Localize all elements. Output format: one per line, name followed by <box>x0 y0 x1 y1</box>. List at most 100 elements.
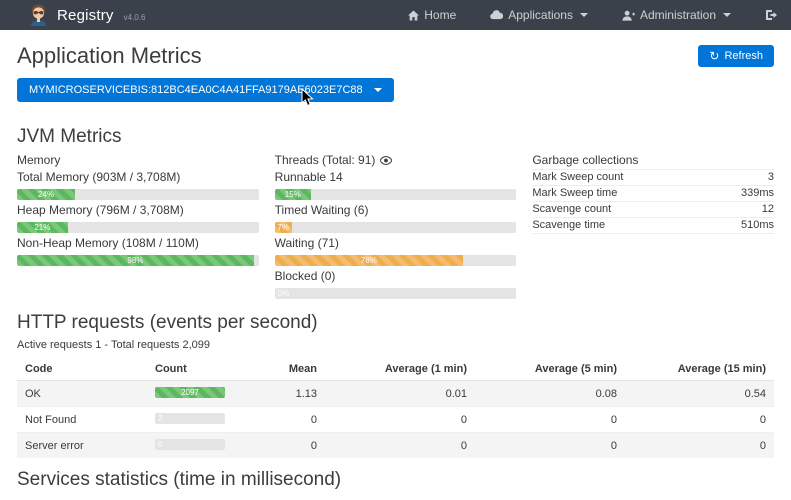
gc-row-label: Mark Sweep time <box>532 187 617 199</box>
count-progressbar: 2097 <box>155 387 225 398</box>
memory-column: Memory Total Memory (903M / 3,708M) 24% … <box>17 153 259 301</box>
col-header-avg15: Average (15 min) <box>625 358 774 381</box>
nav-administration[interactable]: Administration <box>622 8 731 22</box>
brand-version: v4.0.6 <box>124 13 146 22</box>
http-requests-subtitle: Active requests 1 - Total requests 2,099 <box>17 339 774 351</box>
registry-logo-avatar <box>28 2 49 29</box>
avg15-cell: 0 <box>625 433 774 459</box>
threads-title: Threads (Total: 91) <box>275 153 376 167</box>
chevron-down-icon <box>723 13 731 17</box>
progress-fill: 98% <box>17 255 254 266</box>
total-memory-label: Total Memory (903M / 3,708M) <box>17 170 259 184</box>
table-row-not-found: Not Found 2 0 0 0 0 <box>17 407 774 433</box>
chevron-down-icon <box>580 13 588 17</box>
jvm-metrics-title: JVM Metrics <box>17 126 774 148</box>
nav-administration-label: Administration <box>640 8 716 22</box>
memory-title: Memory <box>17 153 259 167</box>
col-header-p99: p99 <box>681 496 726 500</box>
nav-applications[interactable]: Applications <box>490 8 588 22</box>
gc-title: Garbage collections <box>532 153 774 170</box>
chevron-down-icon <box>374 88 382 92</box>
nonheap-memory-progressbar: 98% <box>17 255 259 266</box>
instance-selector-dropdown[interactable]: MYMICROSERVICEBIS:812BC4EA0C4A41FFA9179A… <box>17 78 394 102</box>
col-header-code: Code <box>17 358 147 381</box>
user-plus-icon <box>622 10 635 21</box>
progress-fill: 7% <box>275 222 292 233</box>
waiting-label: Waiting (71) <box>275 236 517 250</box>
col-header-count: Count <box>397 496 449 500</box>
count-progressbar: 0 <box>155 439 225 450</box>
heap-memory-progressbar: 21% <box>17 222 259 233</box>
avg15-cell: 0 <box>625 407 774 433</box>
code-cell: Server error <box>17 433 147 459</box>
nonheap-memory-label: Non-Heap Memory (108M / 110M) <box>17 236 259 250</box>
jvm-metrics-panel: Memory Total Memory (903M / 3,708M) 24% … <box>17 153 774 301</box>
navbar: Registry v4.0.6 Home Applications <box>0 0 791 30</box>
avg5-cell: 0 <box>475 433 625 459</box>
eye-icon[interactable] <box>380 156 392 165</box>
refresh-icon: ↻ <box>709 50 719 62</box>
avg1-cell: 0 <box>325 407 475 433</box>
progress-fill: 2097 <box>155 387 225 398</box>
nav-home[interactable]: Home <box>408 8 456 22</box>
total-memory-progressbar: 24% <box>17 189 259 200</box>
blocked-progressbar: 0% <box>275 288 517 299</box>
gc-row: Scavenge count 12 <box>532 202 774 218</box>
gc-row-value: 12 <box>762 203 774 215</box>
gc-row-label: Scavenge time <box>532 219 605 231</box>
sign-out-icon <box>765 9 777 21</box>
avg1-cell: 0 <box>325 433 475 459</box>
blocked-label: Blocked (0) <box>275 269 517 283</box>
threads-column: Threads (Total: 91) Runnable 14 15% Time… <box>275 153 517 301</box>
nav-applications-label: Applications <box>508 8 573 22</box>
col-header-mean: Mean <box>449 496 501 500</box>
http-table-header-row: Code Count Mean Average (1 min) Average … <box>17 358 774 381</box>
table-row-ok: OK 2097 1.13 0.01 0.08 0.54 <box>17 381 774 407</box>
gc-row-label: Scavenge count <box>532 203 611 215</box>
col-header-mean: Mean <box>265 358 325 381</box>
code-cell: Not Found <box>17 407 147 433</box>
sign-out-button[interactable] <box>765 9 777 21</box>
gc-row: Mark Sweep time 339ms <box>532 186 774 202</box>
nav-home-label: Home <box>424 8 456 22</box>
gc-row-label: Mark Sweep count <box>532 171 623 183</box>
http-requests-title: HTTP requests (events per second) <box>17 312 774 334</box>
home-icon <box>408 10 419 21</box>
col-header-min: Min <box>501 496 546 500</box>
progress-fill: 0% <box>275 288 517 299</box>
col-header-avg5: Average (5 min) <box>475 358 625 381</box>
brand[interactable]: Registry v4.0.6 <box>28 2 145 29</box>
mean-cell: 1.13 <box>265 381 325 407</box>
instance-selector-label: MYMICROSERVICEBIS:812BC4EA0C4A41FFA9179A… <box>29 84 363 96</box>
services-statistics-title: Services statistics (time in millisecond… <box>17 469 774 491</box>
progress-fill: 78% <box>275 255 464 266</box>
page-title: Application Metrics <box>17 43 202 69</box>
count-progressbar: 2 <box>155 413 225 424</box>
mean-cell: 0 <box>265 433 325 459</box>
gc-row: Mark Sweep count 3 <box>532 170 774 186</box>
avg15-cell: 0.54 <box>625 381 774 407</box>
timed-waiting-progressbar: 7% <box>275 222 517 233</box>
gc-row-value: 339ms <box>741 187 774 199</box>
refresh-button-label: Refresh <box>724 50 763 62</box>
avg5-cell: 0.08 <box>475 381 625 407</box>
progress-fill: 2 <box>155 413 225 424</box>
code-cell: OK <box>17 381 147 407</box>
mean-cell: 0 <box>265 407 325 433</box>
refresh-button[interactable]: ↻ Refresh <box>698 45 774 67</box>
heap-memory-label: Heap Memory (796M / 3,708M) <box>17 203 259 217</box>
progress-fill: 24% <box>17 189 75 200</box>
progress-fill: 21% <box>17 222 68 233</box>
avg5-cell: 0 <box>475 407 625 433</box>
gc-row-value: 3 <box>768 171 774 183</box>
gc-row: Scavenge time 510ms <box>532 218 774 234</box>
runnable-label: Runnable 14 <box>275 170 517 184</box>
progress-fill: 15% <box>275 189 311 200</box>
col-header-p75: p75 <box>591 496 636 500</box>
runnable-progressbar: 15% <box>275 189 517 200</box>
timed-waiting-label: Timed Waiting (6) <box>275 203 517 217</box>
brand-name: Registry <box>57 7 114 24</box>
col-header-service-name: Service name <box>17 496 397 500</box>
col-header-avg1: Average (1 min) <box>325 358 475 381</box>
col-header-max: Max <box>726 496 774 500</box>
